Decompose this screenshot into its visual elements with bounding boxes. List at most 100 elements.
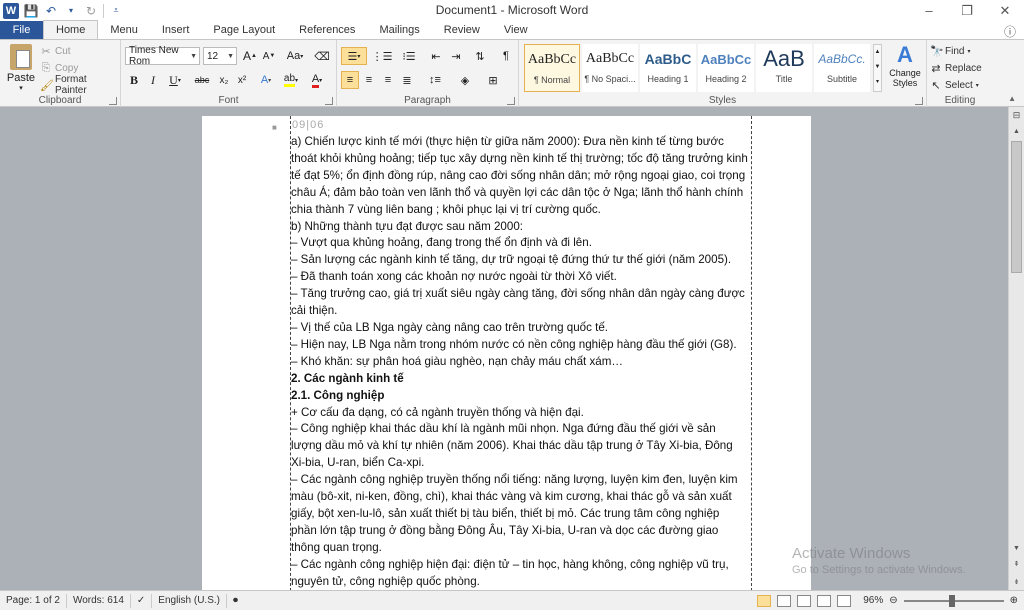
- outline-view-icon[interactable]: [817, 594, 832, 607]
- select-button[interactable]: ↖ Select ▾: [930, 77, 978, 93]
- styles-launcher-icon[interactable]: [915, 97, 923, 105]
- tab-review[interactable]: Review: [432, 21, 492, 39]
- tab-view[interactable]: View: [492, 21, 540, 39]
- text-column[interactable]: 09|06 a) Chiến lược kinh tế mới (thực hi…: [290, 116, 752, 590]
- bold-button[interactable]: B: [125, 71, 143, 89]
- next-page-icon[interactable]: ⇟: [1009, 574, 1024, 590]
- previous-page-icon[interactable]: ⇞: [1009, 556, 1024, 572]
- customize-qat-icon[interactable]: ⩡: [108, 3, 124, 19]
- word-count[interactable]: Words: 614: [67, 593, 131, 608]
- italic-button[interactable]: I: [144, 71, 162, 89]
- zoom-out-icon[interactable]: ⊖: [889, 595, 897, 606]
- document-line[interactable]: b) Những thành tựu đạt được sau năm 2000…: [291, 219, 751, 236]
- styles-scroll-buttons[interactable]: ▲ ▼ ▾: [873, 44, 882, 92]
- document-page[interactable]: ■ 09|06 a) Chiến lược kinh tế mới (thực …: [202, 116, 811, 590]
- undo-icon[interactable]: ↶: [43, 3, 59, 19]
- replace-button[interactable]: ⇄ Replace: [930, 60, 981, 76]
- zoom-level[interactable]: 96%: [863, 595, 883, 606]
- document-line[interactable]: – Các ngành công nghiệp truyền thống nổi…: [291, 472, 751, 489]
- tab-file[interactable]: File: [0, 21, 43, 39]
- minimize-button[interactable]: –: [910, 0, 948, 21]
- text-effects-button[interactable]: A ▾: [255, 71, 277, 89]
- font-color-button[interactable]: A ▾: [305, 71, 329, 89]
- align-left-icon[interactable]: ≡: [341, 71, 359, 89]
- document-line[interactable]: – Vượt qua khủng hoảng, đang trong thế ổ…: [291, 235, 751, 252]
- full-screen-reading-view-icon[interactable]: [777, 594, 792, 607]
- bullets-button[interactable]: ☰ ▾: [341, 47, 367, 65]
- subscript-button[interactable]: x₂: [215, 71, 233, 89]
- dropdown-arrow-icon[interactable]: ▾: [63, 3, 79, 19]
- font-launcher-icon[interactable]: [325, 97, 333, 105]
- style-no-spacing[interactable]: AaBbCc ¶ No Spaci...: [582, 44, 638, 92]
- tab-references[interactable]: References: [287, 21, 367, 39]
- scroll-thumb[interactable]: [1011, 141, 1022, 273]
- document-line[interactable]: nguyên tử, công nghiệp quốc phòng.: [291, 574, 751, 590]
- redo-icon[interactable]: ↻: [83, 3, 99, 19]
- collapse-ribbon-icon[interactable]: ▲: [1008, 94, 1016, 103]
- document-line[interactable]: châu Á; đảm bảo toàn ven lãnh thổ và quy…: [291, 185, 751, 202]
- multilevel-list-button[interactable]: ⁝☰: [397, 47, 421, 65]
- change-case-button[interactable]: Aa ▾: [283, 47, 307, 65]
- document-line[interactable]: lượng dầu mỏ và khí tự nhiên (năm 2006).…: [291, 438, 751, 455]
- cut-button[interactable]: ✂ Cut: [40, 43, 70, 59]
- font-size-select[interactable]: 12 ▼: [203, 47, 237, 65]
- document-line[interactable]: a) Chiến lược kinh tế mới (thực hiện từ …: [291, 134, 751, 151]
- vertical-scrollbar[interactable]: ⊟ ▲ ▼ ⇞ ⇟: [1008, 107, 1024, 590]
- clipboard-launcher-icon[interactable]: [109, 97, 117, 105]
- format-painter-button[interactable]: 🖌 Format Painter: [40, 74, 120, 96]
- highlight-button[interactable]: ab ▾: [279, 71, 303, 89]
- tab-menu[interactable]: Menu: [98, 21, 150, 39]
- underline-button[interactable]: U ▾: [163, 71, 187, 89]
- tab-page-layout[interactable]: Page Layout: [201, 21, 287, 39]
- sort-icon[interactable]: ⇅: [471, 47, 489, 65]
- tab-insert[interactable]: Insert: [150, 21, 202, 39]
- document-line[interactable]: – Sản lượng các ngành kinh tế tăng, dự t…: [291, 252, 751, 269]
- print-layout-view-icon[interactable]: [757, 594, 772, 607]
- save-icon[interactable]: 💾: [23, 3, 39, 19]
- restore-button[interactable]: ❐: [948, 0, 986, 21]
- font-name-select[interactable]: Times New Rom ▼: [125, 45, 200, 67]
- document-line[interactable]: – Hiện nay, LB Nga nằm trong nhóm nước c…: [291, 337, 751, 354]
- ruler-toggle-icon[interactable]: ⊟: [1009, 107, 1024, 123]
- paste-button[interactable]: Paste ▾: [6, 44, 36, 94]
- document-line[interactable]: phần lớn tập trung ở đồng bằng Đông Âu, …: [291, 523, 751, 540]
- document-line[interactable]: – Tăng trưởng cao, giá trị xuất siêu ngà…: [291, 286, 751, 303]
- increase-indent-icon[interactable]: ⇥: [447, 47, 465, 65]
- style-title[interactable]: AaB Title: [756, 44, 812, 92]
- spelling-check-icon[interactable]: ✓: [131, 593, 153, 608]
- document-line[interactable]: cải thiện.: [291, 303, 751, 320]
- language-indicator[interactable]: English (U.S.): [152, 593, 227, 608]
- find-button[interactable]: 🔭 Find ▾: [930, 43, 970, 59]
- draft-view-icon[interactable]: [837, 594, 852, 607]
- document-line[interactable]: giấy, bột xen-lu-lô, sản xuất thiết bị t…: [291, 506, 751, 523]
- document-line[interactable]: tế đạt 5%; ổn định đồng rúp, nâng cao đờ…: [291, 168, 751, 185]
- zoom-in-icon[interactable]: ⊕: [1010, 595, 1018, 606]
- shrink-font-button[interactable]: A ▼: [260, 47, 278, 65]
- line-spacing-icon[interactable]: ↕≡: [423, 71, 447, 89]
- web-layout-view-icon[interactable]: [797, 594, 812, 607]
- change-styles-button[interactable]: A Change Styles: [885, 42, 925, 94]
- scroll-up-icon[interactable]: ▲: [1009, 123, 1024, 139]
- tab-mailings[interactable]: Mailings: [367, 21, 431, 39]
- justify-icon[interactable]: ≣: [398, 71, 416, 89]
- align-right-icon[interactable]: ≡: [379, 71, 397, 89]
- paragraph-list[interactable]: a) Chiến lược kinh tế mới (thực hiện từ …: [291, 134, 751, 590]
- scroll-down-icon[interactable]: ▼: [1009, 540, 1024, 556]
- show-paragraph-marks-icon[interactable]: ¶: [497, 47, 515, 65]
- strikethrough-button[interactable]: abc: [191, 71, 213, 89]
- borders-icon[interactable]: ⊞: [481, 71, 505, 89]
- paragraph-launcher-icon[interactable]: [507, 97, 515, 105]
- document-line[interactable]: – Đã thanh toán xong các khoản nợ nước n…: [291, 269, 751, 286]
- style-normal[interactable]: AaBbCc ¶ Normal: [524, 44, 580, 92]
- document-line[interactable]: Xi-bia, U-ran, biển Ca-xpi.: [291, 455, 751, 472]
- document-line[interactable]: thông quan trọng.: [291, 540, 751, 557]
- decrease-indent-icon[interactable]: ⇤: [427, 47, 445, 65]
- zoom-slider[interactable]: [903, 594, 1004, 607]
- word-app-icon[interactable]: W: [3, 2, 19, 19]
- document-line[interactable]: – Vị thế của LB Nga ngày càng nâng cao t…: [291, 320, 751, 337]
- style-heading-1[interactable]: AaBbC Heading 1: [640, 44, 696, 92]
- document-line[interactable]: thoát khỏi khủng hoảng; tiếp tục xây dựn…: [291, 151, 751, 168]
- document-line[interactable]: + Cơ cấu đa dạng, có cả ngành truyền thố…: [291, 405, 751, 422]
- help-icon[interactable]: ⓘ: [1004, 23, 1016, 40]
- document-line[interactable]: chia thành 7 vùng liên bang ; khôi phục …: [291, 202, 751, 219]
